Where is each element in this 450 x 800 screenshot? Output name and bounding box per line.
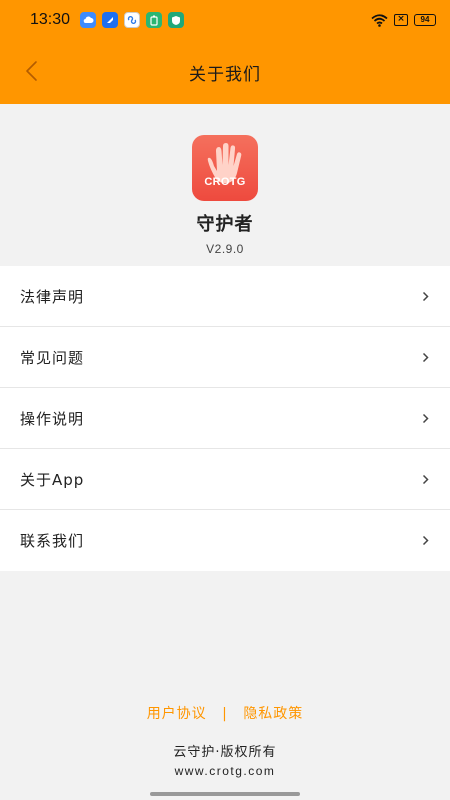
privacy-policy-link[interactable]: 隐私政策: [243, 706, 303, 722]
chevron-right-icon: [422, 290, 432, 302]
menu-item-contact-us[interactable]: 联系我们: [0, 510, 450, 571]
user-agreement-link[interactable]: 用户协议: [147, 706, 207, 722]
chevron-right-icon: [422, 473, 432, 485]
menu-item-faq[interactable]: 常见问题: [0, 327, 450, 388]
menu-item-label: 联系我们: [20, 532, 85, 550]
no-sim-icon: ×: [394, 14, 408, 26]
nav-bar: 关于我们: [0, 44, 450, 100]
menu-item-label: 关于App: [20, 470, 85, 489]
wifi-icon: [371, 13, 388, 27]
app-header: CROTG 守护者 V2.9.0: [0, 104, 450, 266]
menu-item-label: 法律声明: [20, 287, 85, 306]
footer-separator: |: [222, 706, 228, 722]
app-logo: CROTG: [192, 135, 258, 201]
hand-icon: [207, 143, 242, 184]
infinity-icon: [124, 12, 141, 28]
website-text: www.crotg.com: [174, 764, 276, 778]
menu-item-about-app[interactable]: 关于App: [0, 449, 450, 510]
cloud-icon: [80, 12, 97, 28]
menu-item-legal[interactable]: 法律声明: [0, 266, 450, 327]
feather-icon: [102, 12, 119, 28]
app-name: 守护者: [196, 214, 254, 235]
menu-item-label: 常见问题: [20, 348, 85, 367]
top-bar: 13:30 × 94 关于我们: [0, 0, 450, 104]
chevron-left-icon: [26, 61, 37, 81]
battery-saver-icon: [146, 12, 163, 28]
page-title: 关于我们: [189, 64, 261, 85]
chevron-right-icon: [422, 535, 432, 547]
status-right: × 94: [371, 13, 436, 27]
menu-list: 法律声明 常见问题 操作说明 关于App 联系我们: [0, 266, 450, 571]
shield-icon: [168, 12, 185, 28]
footer-links: 用户协议 | 隐私政策: [0, 703, 450, 723]
app-version: V2.9.0: [206, 242, 244, 256]
logo-text: CROTG: [204, 176, 246, 188]
chevron-right-icon: [422, 412, 432, 424]
back-button[interactable]: [16, 56, 46, 86]
copyright-text: 云守护·版权所有: [173, 745, 277, 760]
status-time: 13:30: [30, 11, 71, 28]
menu-item-instructions[interactable]: 操作说明: [0, 388, 450, 449]
chevron-right-icon: [422, 351, 432, 363]
menu-item-label: 操作说明: [20, 409, 85, 428]
battery-icon: 94: [414, 14, 436, 26]
status-bar: 13:30 × 94: [0, 0, 450, 40]
home-indicator[interactable]: [150, 792, 300, 796]
